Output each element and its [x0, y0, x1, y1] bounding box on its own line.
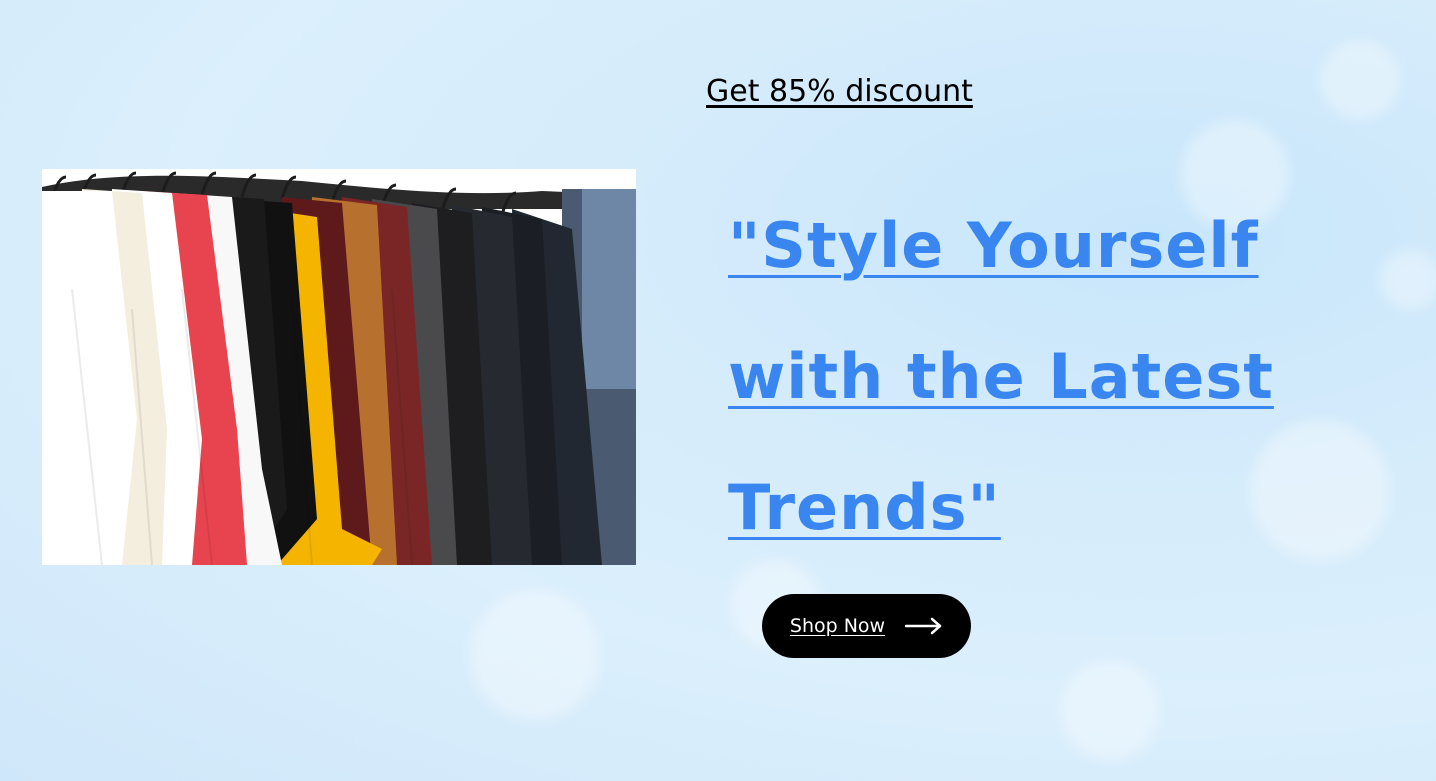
background-bokeh: [1320, 40, 1400, 120]
background-bokeh: [1060, 660, 1160, 760]
hero-headline: "Style Yourself with the Latest Trends": [728, 180, 1348, 573]
shop-now-button[interactable]: Shop Now: [762, 594, 971, 658]
headline-link[interactable]: "Style Yourself with the Latest Trends": [728, 209, 1274, 544]
background-bokeh: [470, 590, 600, 720]
arrow-right-icon: [905, 617, 943, 635]
shop-now-label: Shop Now: [789, 615, 886, 637]
background-bokeh: [1380, 250, 1436, 310]
hero-product-image: [42, 169, 636, 565]
discount-link[interactable]: Get 85% discount: [706, 74, 973, 109]
